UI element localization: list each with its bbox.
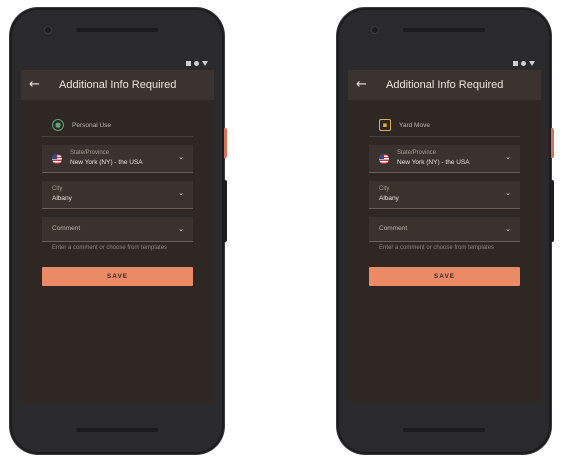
form: ▪ Yard Move State/Province New York (NY)…: [348, 100, 541, 286]
comment-label: Comment: [379, 225, 408, 232]
us-flag-icon: [379, 154, 389, 164]
signal-icon: [194, 60, 199, 66]
personal-use-icon: ●: [52, 119, 64, 131]
save-button[interactable]: SAVE: [369, 267, 520, 286]
state-value: New York (NY) - the USA: [397, 159, 470, 166]
signal-icon: [521, 60, 526, 66]
phone-yard-move: ← Additional Info Required ▪ Yard Move S…: [337, 8, 554, 454]
app-bar: ← Additional Info Required: [348, 70, 541, 100]
chevron-down-icon: ⌄: [505, 225, 511, 233]
phone-personal-use: ← Additional Info Required ● Personal Us…: [10, 8, 227, 454]
state-value: New York (NY) - the USA: [70, 159, 143, 166]
use-type-label: Personal Use: [72, 121, 112, 129]
comment-select[interactable]: Comment ⌄: [369, 217, 520, 242]
app-bar: ← Additional Info Required: [21, 70, 214, 100]
screen: ← Additional Info Required ● Personal Us…: [21, 56, 214, 402]
chevron-down-icon: ⌄: [505, 189, 511, 197]
state-province-select[interactable]: State/Province New York (NY) - the USA ⌄: [369, 145, 520, 173]
wifi-icon: [529, 60, 535, 66]
state-label: State/Province: [397, 150, 437, 156]
back-arrow-icon[interactable]: ←: [29, 78, 43, 92]
yard-move-icon: ▪: [379, 119, 391, 131]
power-button: [224, 128, 227, 158]
use-type-row[interactable]: ▪ Yard Move: [369, 114, 520, 137]
chevron-down-icon: ⌄: [505, 153, 511, 161]
battery-icon: [186, 60, 191, 66]
battery-icon: [513, 60, 518, 66]
city-select[interactable]: City Albany ⌄: [369, 181, 520, 209]
state-label: State/Province: [70, 150, 110, 156]
use-type-row[interactable]: ● Personal Use: [42, 114, 193, 137]
save-button[interactable]: SAVE: [42, 267, 193, 286]
camera-icon: [44, 26, 52, 34]
city-select[interactable]: City Albany ⌄: [42, 181, 193, 209]
status-bar: [348, 56, 541, 70]
chevron-down-icon: ⌄: [178, 153, 184, 161]
city-label: City: [379, 186, 390, 192]
page-title: Additional Info Required: [386, 79, 504, 91]
comment-hint: Enter a comment or choose from templates: [52, 245, 168, 251]
page-title: Additional Info Required: [59, 79, 177, 91]
volume-button: [551, 180, 554, 242]
form: ● Personal Use State/Province New York (…: [21, 100, 214, 286]
wifi-icon: [202, 60, 208, 66]
home-bar: [76, 428, 158, 432]
power-button: [551, 128, 554, 158]
back-arrow-icon[interactable]: ←: [356, 78, 370, 92]
status-bar: [21, 56, 214, 70]
home-bar: [403, 428, 485, 432]
comment-label: Comment: [52, 225, 81, 232]
stage: ← Additional Info Required ● Personal Us…: [0, 0, 564, 463]
city-label: City: [52, 186, 63, 192]
state-province-select[interactable]: State/Province New York (NY) - the USA ⌄: [42, 145, 193, 173]
us-flag-icon: [52, 154, 62, 164]
speaker-grill: [403, 28, 485, 32]
comment-hint: Enter a comment or choose from templates: [379, 245, 495, 251]
use-type-label: Yard Move: [399, 121, 430, 129]
screen: ← Additional Info Required ▪ Yard Move S…: [348, 56, 541, 402]
city-value: Albany: [379, 195, 399, 202]
chevron-down-icon: ⌄: [178, 189, 184, 197]
chevron-down-icon: ⌄: [178, 225, 184, 233]
comment-select[interactable]: Comment ⌄: [42, 217, 193, 242]
city-value: Albany: [52, 195, 72, 202]
volume-button: [224, 180, 227, 242]
camera-icon: [371, 26, 379, 34]
speaker-grill: [76, 28, 158, 32]
